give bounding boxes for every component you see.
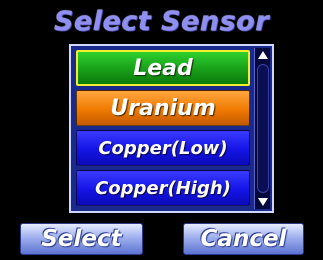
- sensor-item-uranium[interactable]: Uranium: [76, 90, 250, 126]
- scroll-down-icon[interactable]: [255, 195, 271, 209]
- scroll-up-icon[interactable]: [255, 48, 271, 62]
- sensor-item-copper-high[interactable]: Copper(High): [76, 170, 250, 206]
- sensor-selection-screen: Select Sensor Lead Uranium Copper(Low) C…: [0, 0, 323, 260]
- page-title: Select Sensor: [53, 6, 270, 37]
- list-scrollbar[interactable]: [254, 48, 270, 209]
- sensor-item-label: Lead: [133, 55, 193, 81]
- sensor-item-lead[interactable]: Lead: [76, 50, 250, 86]
- sensor-item-label: Copper(High): [95, 177, 231, 199]
- cancel-button[interactable]: Cancel: [183, 223, 304, 255]
- sensor-item-label: Copper(Low): [98, 137, 228, 159]
- scroll-track[interactable]: [257, 64, 269, 193]
- select-button[interactable]: Select: [20, 223, 143, 255]
- sensor-item-label: Uranium: [110, 95, 216, 121]
- sensor-list: Lead Uranium Copper(Low) Copper(High): [69, 44, 274, 213]
- sensor-item-copper-low[interactable]: Copper(Low): [76, 130, 250, 166]
